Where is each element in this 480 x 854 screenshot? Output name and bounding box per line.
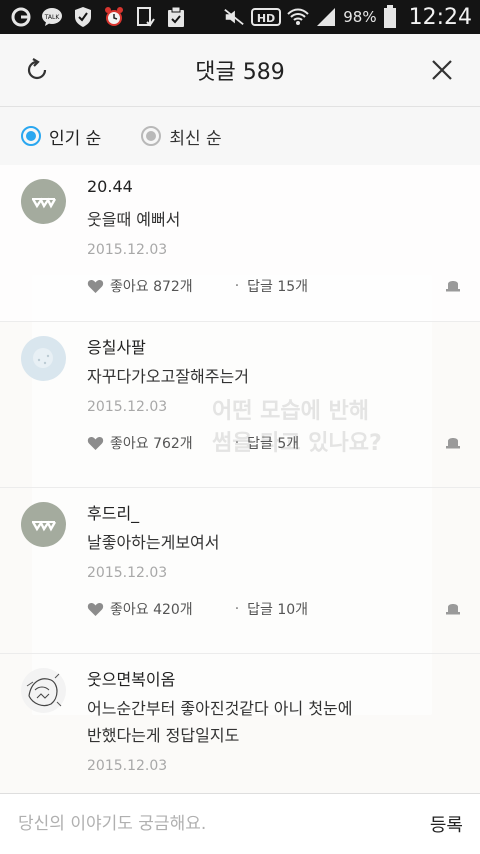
like-count[interactable]: 좋아요 872개 [110,276,193,296]
alarm-clock-icon [103,6,125,28]
download-check-icon [134,6,156,28]
sort-popular-label: 인기 순 [49,128,102,149]
siren-report-icon[interactable] [445,278,461,292]
comment-item: 웃으면복이옴 어느순간부터 좋아진것같다 아니 첫눈에 반했다는게 정답일지도 … [0,654,480,795]
wifi-icon [287,6,309,28]
avatar[interactable] [21,179,66,224]
sort-options: 인기 순 최신 순 [0,107,480,165]
shield-icon [72,6,94,28]
reply-count[interactable]: 답글 10개 [247,599,308,619]
hd-icon: HD [251,6,282,28]
refresh-icon [27,58,47,80]
avatar[interactable] [21,668,66,713]
signal-icon [315,6,337,28]
siren-report-icon[interactable] [445,435,461,449]
sort-latest-label: 최신 순 [169,128,222,149]
comment-date: 2015.12.03 [87,758,168,774]
separator-dot: · [234,601,240,617]
comment-actions: 좋아요 872개 · 답글 15개 [87,276,308,296]
comment-author[interactable]: 후드리_ [87,500,139,524]
like-count[interactable]: 좋아요 420개 [110,599,193,619]
sort-latest-option[interactable]: 최신 순 [141,124,222,149]
heart-icon[interactable] [87,278,104,294]
kakaotalk-icon: TALK [41,6,63,28]
default-avatar-icon [31,197,57,209]
notification-icons: TALK [0,6,187,28]
comments-header: 댓글 589 [0,34,480,107]
status-bar: TALK HD 98% 12:24 [0,0,480,34]
mute-icon [223,6,245,28]
clipboard-check-icon [165,6,187,28]
refresh-button[interactable] [17,50,57,90]
sketch-avatar-icon [26,673,62,707]
svg-text:HD: HD [257,12,275,25]
heart-icon[interactable] [87,601,104,617]
default-avatar-icon [31,520,57,532]
g-icon [10,6,32,28]
system-icons: HD 98% 12:24 [223,5,480,30]
comment-author[interactable]: 20.44 [87,177,133,196]
comment-author[interactable]: 응칠사팔 [87,334,146,358]
comment-actions: 좋아요 762개 · 답글 5개 [87,433,299,453]
page-title: 댓글 589 [195,60,285,85]
comment-date: 2015.12.03 [87,399,168,415]
submit-button[interactable]: 등록 [430,811,463,837]
comment-text: 자꾸다가오고잘해주는거 [87,367,249,386]
radio-unselected[interactable] [141,126,162,146]
sort-popular-option[interactable]: 인기 순 [21,124,101,149]
heart-icon[interactable] [87,435,104,451]
user-photo-icon [33,348,53,368]
comment-text: 날좋아하는게보여서 [87,533,220,552]
comment-author[interactable]: 웃으면복이옴 [87,666,175,690]
comment-list: 20.44 웃을때 예뻐서 2015.12.03 좋아요 872개 · 답글 1… [0,165,480,795]
reply-count[interactable]: 답글 15개 [247,276,308,296]
comment-text: 어느순간부터 좋아진것같다 아니 첫눈에 반했다는게 정답일지도 [87,695,353,749]
comment-input-bar: 등록 [0,793,480,854]
radio-selected[interactable] [21,126,41,146]
comment-input[interactable] [16,813,430,835]
clock: 12:24 [408,4,472,30]
battery-icon [383,5,397,28]
avatar[interactable] [21,502,66,547]
comment-item: 응칠사팔 자꾸다가오고잘해주는거 2015.12.03 좋아요 762개 · 답… [0,322,480,488]
battery-percent: 98% [343,8,377,26]
close-icon [432,60,452,80]
separator-dot: · [234,278,240,294]
comment-text-line: 어느순간부터 좋아진것같다 아니 첫눈에 [87,699,353,718]
comment-text-line: 반했다는게 정답일지도 [87,726,240,745]
close-button[interactable] [422,50,462,90]
comment-actions: 좋아요 420개 · 답글 10개 [87,599,308,619]
comment-date: 2015.12.03 [87,242,168,258]
reply-count[interactable]: 답글 5개 [247,433,299,453]
comment-item: 20.44 웃을때 예뻐서 2015.12.03 좋아요 872개 · 답글 1… [0,165,480,322]
comment-date: 2015.12.03 [87,565,168,581]
avatar[interactable] [21,336,66,381]
svg-text:TALK: TALK [44,14,61,21]
comment-text: 웃을때 예뻐서 [87,210,181,229]
siren-report-icon[interactable] [445,601,461,615]
comment-item: 후드리_ 날좋아하는게보여서 2015.12.03 좋아요 420개 · 답글 … [0,488,480,654]
like-count[interactable]: 좋아요 762개 [110,433,193,453]
separator-dot: · [234,435,240,451]
